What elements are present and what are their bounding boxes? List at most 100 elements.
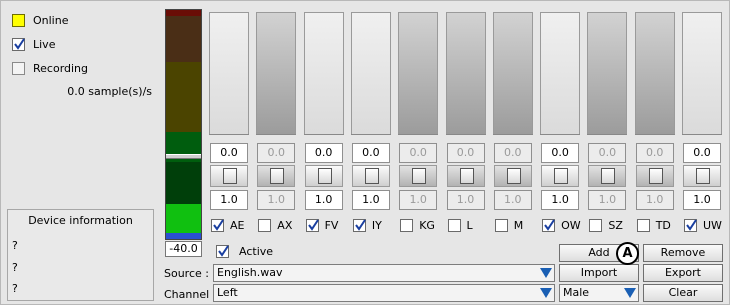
channel-checkbox[interactable]: [494, 218, 508, 232]
channel-top-value[interactable]: 0.0: [493, 143, 532, 163]
channel-bottom-value[interactable]: 1.0: [541, 190, 580, 210]
import-button[interactable]: Import: [559, 264, 639, 282]
channel-slider[interactable]: [635, 165, 674, 187]
slider-grip-icon[interactable]: [506, 168, 521, 184]
channel-bottom-value[interactable]: 1.0: [446, 190, 485, 210]
channel-slider[interactable]: [446, 165, 485, 187]
source-dropdown[interactable]: English.wav: [213, 264, 555, 282]
clear-button[interactable]: Clear: [643, 284, 723, 302]
channel-slider[interactable]: [493, 165, 532, 187]
channel-bottom-value[interactable]: 1.0: [399, 190, 438, 210]
channel-checkbox-row[interactable]: FV: [304, 216, 344, 234]
channel-top-value[interactable]: 0.0: [588, 143, 627, 163]
channel-top-value[interactable]: 0.0: [399, 143, 438, 163]
export-button[interactable]: Export: [643, 264, 723, 282]
channel-checkbox[interactable]: [447, 218, 461, 232]
fader-track[interactable]: [445, 12, 486, 139]
channel-dropdown[interactable]: Left: [213, 284, 555, 302]
channel-checkbox[interactable]: [305, 218, 319, 232]
channel-top-value[interactable]: 0.0: [304, 143, 343, 163]
channel-slider[interactable]: [541, 165, 580, 187]
channel-checkbox[interactable]: [211, 218, 224, 232]
channel-top-value[interactable]: 0.0: [446, 143, 485, 163]
fader-track[interactable]: [350, 12, 391, 139]
channel-bottom-value[interactable]: 1.0: [588, 190, 627, 210]
channel-top-value[interactable]: 0.0: [210, 143, 248, 163]
channel-checkbox[interactable]: [400, 218, 414, 232]
channel-checkbox[interactable]: [589, 218, 603, 232]
channel-bottom-value[interactable]: 1.0: [210, 190, 248, 210]
remove-button[interactable]: Remove: [643, 244, 723, 262]
fader-track[interactable]: [682, 12, 722, 139]
meter-segment: [166, 204, 201, 233]
fader-track[interactable]: [209, 12, 249, 139]
fader-track[interactable]: [634, 12, 675, 139]
channel-strip: 0.0 1.0 OW: [540, 12, 581, 237]
channel-checkbox-row[interactable]: KG: [398, 216, 438, 234]
meter-threshold-handle[interactable]: [166, 154, 201, 159]
live-label: Live: [33, 37, 56, 51]
channel-checkbox[interactable]: [258, 218, 272, 232]
channel-checkbox-row[interactable]: AE: [209, 216, 249, 234]
slider-grip-icon[interactable]: [364, 168, 379, 184]
channel-checkbox[interactable]: [542, 218, 556, 232]
channel-slider[interactable]: [399, 165, 438, 187]
fader-track[interactable]: [587, 12, 628, 139]
fader-track[interactable]: [492, 12, 533, 139]
channel-checkbox-row[interactable]: AX: [256, 216, 296, 234]
slider-grip-icon[interactable]: [554, 168, 569, 184]
slider-grip-icon[interactable]: [459, 168, 474, 184]
channel-bottom-value[interactable]: 1.0: [493, 190, 532, 210]
channel-bottom-value[interactable]: 1.0: [304, 190, 343, 210]
live-checkbox[interactable]: [12, 37, 25, 51]
channel-slider[interactable]: [257, 165, 296, 187]
channel-checkbox-row[interactable]: TD: [635, 216, 675, 234]
channel-checkbox-row[interactable]: SZ: [587, 216, 627, 234]
fader-track[interactable]: [540, 12, 581, 139]
slider-grip-icon[interactable]: [601, 168, 616, 184]
channel-checkbox[interactable]: [636, 218, 650, 232]
live-checkbox-row[interactable]: Live: [12, 36, 55, 52]
slider-grip-icon[interactable]: [696, 168, 710, 184]
active-checkbox[interactable]: [216, 245, 229, 258]
slider-grip-icon[interactable]: [412, 168, 427, 184]
channel-top-value[interactable]: 0.0: [683, 143, 721, 163]
channel-slider[interactable]: [304, 165, 343, 187]
channel-bottom-value[interactable]: 1.0: [635, 190, 674, 210]
gender-dropdown[interactable]: Male: [559, 284, 639, 302]
active-checkbox-row[interactable]: Active: [216, 245, 273, 258]
fader-track-bottom: [540, 134, 581, 139]
slider-grip-icon[interactable]: [648, 168, 663, 184]
channel-slider[interactable]: [588, 165, 627, 187]
source-label: Source :: [164, 267, 209, 280]
channel-slider[interactable]: [683, 165, 721, 187]
channel-top-value[interactable]: 0.0: [257, 143, 296, 163]
channel-name: AE: [230, 218, 245, 232]
channel-checkbox[interactable]: [684, 218, 697, 232]
channel-checkbox-row[interactable]: UW: [682, 216, 722, 234]
fader-track-bottom: [350, 134, 391, 139]
channel-slider[interactable]: [210, 165, 248, 187]
channel-slider[interactable]: [351, 165, 390, 187]
fader-track[interactable]: [303, 12, 344, 139]
channel-top-value[interactable]: 0.0: [635, 143, 674, 163]
channel-bottom-value[interactable]: 1.0: [683, 190, 721, 210]
online-indicator-row: Online: [12, 12, 68, 28]
channel-top-value[interactable]: 0.0: [541, 143, 580, 163]
slider-grip-icon[interactable]: [223, 168, 237, 184]
channel-strip: 0.0 1.0 UW: [682, 12, 722, 237]
channel-bottom-value[interactable]: 1.0: [257, 190, 296, 210]
channel-checkbox-row[interactable]: L: [446, 216, 486, 234]
fader-track[interactable]: [398, 12, 439, 139]
channel-checkbox-row[interactable]: OW: [540, 216, 581, 234]
fader-track[interactable]: [256, 12, 297, 139]
fader-track-bottom: [303, 134, 344, 139]
channel-checkbox[interactable]: [352, 218, 366, 232]
slider-grip-icon[interactable]: [317, 168, 332, 184]
meter-segment: [166, 233, 201, 239]
channel-checkbox-row[interactable]: M: [493, 216, 533, 234]
slider-grip-icon[interactable]: [270, 168, 285, 184]
channel-checkbox-row[interactable]: IY: [351, 216, 391, 234]
channel-bottom-value[interactable]: 1.0: [351, 190, 390, 210]
channel-top-value[interactable]: 0.0: [351, 143, 390, 163]
